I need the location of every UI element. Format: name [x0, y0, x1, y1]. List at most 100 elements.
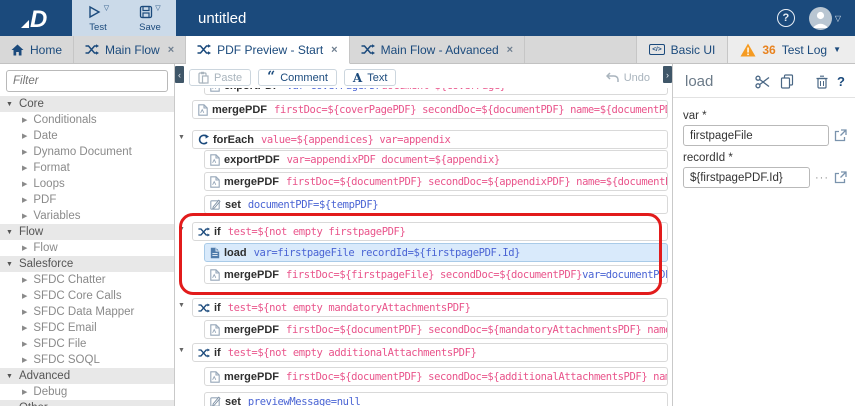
help-icon[interactable]: ? [776, 9, 795, 27]
row-collapse-caret[interactable]: ▼ [178, 347, 185, 354]
sidebar-group-advanced[interactable]: ▼ Advanced [0, 368, 174, 384]
open-external-icon[interactable] [834, 129, 847, 142]
text-button[interactable]: A Text [343, 69, 397, 86]
quote-icon: “ [267, 69, 276, 85]
flow-row-wrap: mergePDF firstDoc=${documentPDF} secondDo… [175, 367, 668, 386]
tab-label: Main Flow - Advanced [380, 42, 499, 57]
flow-row-forEach[interactable]: forEach value=${appendices} var=appendix [192, 130, 668, 149]
component-tree: ▼ Core ▶ Conditionals ▶ Date ▶ Dynamo Document ▶… [0, 96, 174, 406]
flow-row-mergePDF[interactable]: mergePDF firstDoc=${documentPDF} secondDo… [204, 367, 668, 386]
sidebar-item-sfdc-file[interactable]: ▶ SFDC File [0, 336, 174, 352]
sidebar-item-loops[interactable]: ▶ Loops [0, 176, 174, 192]
sidebar-item-variables[interactable]: ▶ Variables [0, 208, 174, 224]
delete-icon[interactable] [816, 75, 828, 89]
user-menu-caret[interactable]: ▽ [835, 14, 841, 23]
save-button[interactable]: ▽ Save [124, 0, 176, 36]
sidebar-item-sfdc-soql[interactable]: ▶ SFDC SOQL [0, 352, 174, 368]
flow-row-if[interactable]: if test=${not empty mandatoryAttachmentsP… [192, 298, 668, 317]
sidebar-item-sfdc-email[interactable]: ▶ SFDC Email [0, 320, 174, 336]
sidebar-item-debug[interactable]: ▶ Debug [0, 384, 174, 400]
flow-row-set[interactable]: set documentPDF=${tempPDF} [204, 195, 668, 214]
paste-button[interactable]: Paste [189, 69, 252, 86]
test-button[interactable]: ▽ Test [72, 0, 124, 36]
sidebar-item-conditionals[interactable]: ▶ Conditionals [0, 112, 174, 128]
save-dropdown-caret[interactable]: ▽ [155, 4, 160, 12]
flow-row-exportPDF[interactable]: exportPDF var=coverPagePDF document=${cov… [204, 88, 668, 95]
row-collapse-caret[interactable]: ▼ [178, 134, 185, 141]
cut-icon[interactable] [755, 75, 771, 89]
flow-row-mergePDF[interactable]: mergePDF firstDoc=${coverPagePDF} secondD… [192, 100, 668, 119]
field-input[interactable] [683, 125, 829, 146]
chevron-right-icon: ▶ [22, 149, 28, 156]
sidebar-group-flow[interactable]: ▼ Flow [0, 224, 174, 240]
sidebar-group-salesforce[interactable]: ▼ Salesforce [0, 256, 174, 272]
field-input[interactable] [683, 167, 810, 188]
flow-row-wrap: set documentPDF=${tempPDF} [175, 195, 668, 214]
undo-label: Undo [623, 71, 650, 84]
flow-row-load[interactable]: load var=firstpageFile recordId=${firstpa… [204, 243, 668, 262]
sidebar-item-sfdc-data-mapper[interactable]: ▶ SFDC Data Mapper [0, 304, 174, 320]
sidebar-item-pdf[interactable]: ▶ PDF [0, 192, 174, 208]
header-toolbar: ▽ Test ▽ Save [72, 0, 176, 36]
sidebar-item-date[interactable]: ▶ Date [0, 128, 174, 144]
inspector-help-icon[interactable]: ? [837, 74, 845, 89]
row-attributes: var=appendixPDF document=${appendix} [286, 153, 501, 166]
pdf-icon [210, 268, 220, 281]
row-collapse-caret[interactable]: ▼ [178, 226, 185, 233]
basic-ui-button[interactable]: </> Basic UI [636, 36, 729, 63]
group-label: Core [18, 98, 44, 110]
flow-row-if[interactable]: if test=${not empty firstpagePDF} [192, 222, 668, 241]
flow-row-if[interactable]: if test=${not empty additionalAttachments… [192, 343, 668, 362]
pdf-icon [210, 323, 220, 336]
row-collapse-caret[interactable]: ▼ [178, 302, 185, 309]
row-command-name: set [225, 198, 241, 211]
flow-row-mergePDF[interactable]: mergePDF firstDoc=${documentPDF} secondDo… [204, 320, 668, 339]
sidebar-item-sfdc-chatter[interactable]: ▶ SFDC Chatter [0, 272, 174, 288]
tab-close-icon[interactable]: × [168, 44, 174, 56]
tab-main-flow-advanced[interactable]: Main Flow - Advanced × [350, 36, 526, 63]
sidebar-item-flow[interactable]: ▶ Flow [0, 240, 174, 256]
chevron-right-icon: ▶ [22, 245, 28, 252]
sidebar-item-dynamo-document[interactable]: ▶ Dynamo Document [0, 144, 174, 160]
sidebar-group-other[interactable]: ▼Other [0, 400, 174, 406]
row-attributes: value=${appendices} var=appendix [260, 133, 451, 146]
chevron-right-icon: ▶ [22, 117, 28, 124]
expression-picker-icon[interactable]: ··· [815, 172, 829, 184]
test-log-count: 36 [762, 42, 776, 57]
branch-icon [198, 347, 210, 358]
tab-close-icon[interactable]: × [331, 44, 337, 56]
sidebar-item-format[interactable]: ▶ Format [0, 160, 174, 176]
collapse-right-chevron[interactable]: › [663, 66, 672, 83]
filter-input[interactable] [6, 70, 168, 92]
collapse-left-chevron[interactable]: ‹ [175, 66, 184, 83]
flow-row-mergePDF[interactable]: mergePDF firstDoc=${firstpageFile} second… [204, 265, 668, 284]
test-log-button[interactable]: 36 Test Log ▼ [728, 36, 855, 63]
sidebar-group-core[interactable]: ▼ Core [0, 96, 174, 112]
flow-row-wrap: ▼ forEach value=${appendices} var=appendix [175, 130, 668, 149]
flow-row-exportPDF[interactable]: exportPDF var=appendixPDF document=${appe… [204, 150, 668, 169]
item-label: SFDC Chatter [33, 274, 106, 286]
test-dropdown-caret[interactable]: ▽ [104, 4, 109, 12]
tab-home[interactable]: Home [0, 36, 75, 63]
copy-icon[interactable] [780, 74, 794, 89]
test-log-caret[interactable]: ▼ [833, 45, 841, 54]
flow-row-set[interactable]: set previewMessage=null [204, 392, 668, 406]
group-label: Flow [18, 226, 44, 238]
tab-main-flow[interactable]: Main Flow × [74, 36, 187, 63]
row-command-name: load [224, 246, 247, 259]
comment-button[interactable]: “ Comment [258, 69, 337, 86]
open-external-icon[interactable] [834, 171, 847, 184]
test-button-label: Test [89, 22, 107, 33]
flow-row-mergePDF[interactable]: mergePDF firstDoc=${documentPDF} secondDo… [204, 172, 668, 191]
tab-pdf-preview-start[interactable]: PDF Preview - Start × [186, 36, 350, 64]
pdf-icon [210, 153, 220, 166]
chevron-right-icon: ▶ [22, 165, 28, 172]
pdf-icon [210, 370, 220, 383]
item-label: SFDC SOQL [33, 354, 100, 366]
undo-button[interactable]: Undo [597, 69, 658, 86]
tab-close-icon[interactable]: × [507, 44, 513, 56]
user-menu[interactable]: ▽ [808, 6, 841, 30]
sidebar-item-sfdc-core-calls[interactable]: ▶ SFDC Core Calls [0, 288, 174, 304]
user-icon [812, 11, 829, 28]
document-title: untitled [198, 9, 247, 27]
